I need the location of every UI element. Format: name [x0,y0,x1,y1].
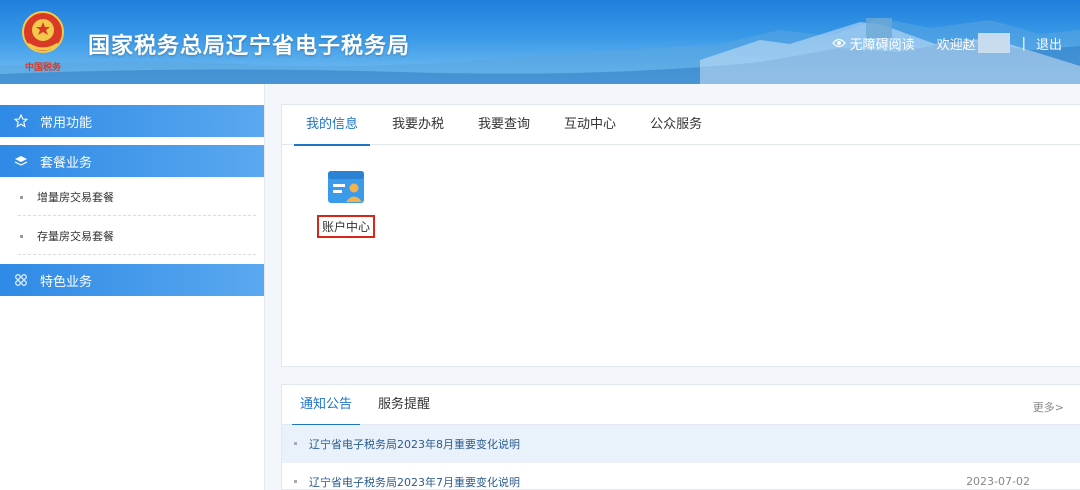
sidebar-item-existing-housing[interactable]: 存量房交易套餐 [0,217,264,255]
notice-title: 辽宁省电子税务局2023年7月重要变化说明 [309,475,520,489]
accessibility-toggle[interactable]: 无障碍阅读 [831,34,915,53]
sidebar-group-label: 套餐业务 [40,155,93,171]
bullet-icon [20,234,23,238]
sidebar-group-common[interactable]: 常用功能 [0,105,264,137]
bullet-icon [294,480,297,483]
site-title: 国家税务总局辽宁省电子税务局 [88,34,411,59]
tab-query[interactable]: 我要查询 [466,105,542,145]
account-card-icon [328,171,364,203]
svg-text:中国税务: 中国税务 [25,61,62,73]
notice-panel: 通知公告 服务提醒 更多> 辽宁省电子税务局2023年8月重要变化说明 辽宁省电… [281,384,1080,490]
header-separator: | [1021,35,1026,51]
bullet-icon [294,442,297,445]
more-link[interactable]: 更多> [1033,399,1064,415]
main-tabs: 我的信息 我要办税 我要查询 互动中心 公众服务 [282,105,1080,146]
layers-icon [12,154,30,168]
logout-link[interactable]: 退出 [1036,34,1062,53]
username-redacted [977,33,1010,53]
eye-icon [831,38,846,48]
sidebar-group-packages[interactable]: 套餐业务 [0,145,264,177]
my-info-panel: 我的信息 我要办税 我要查询 互动中心 公众服务 账户中心 [281,104,1080,367]
accessibility-label: 无障碍阅读 [849,37,915,53]
tab-service-reminders[interactable]: 服务提醒 [370,385,438,425]
notice-title: 辽宁省电子税务局2023年8月重要变化说明 [309,437,520,451]
tax-emblem-icon: 中国税务 [22,11,64,73]
sidebar-group-featured[interactable]: 特色业务 [0,264,264,296]
sidebar-item-label: 增量房交易套餐 [37,191,114,204]
sidebar-group-label: 常用功能 [40,115,93,131]
sidebar: 常用功能 套餐业务 增量房交易套餐 存量房交易套餐 特色业务 [0,84,265,490]
list-item[interactable]: 辽宁省电子税务局2023年7月重要变化说明 2023-07-02 [282,463,1080,490]
list-item[interactable]: 辽宁省电子税务局2023年8月重要变化说明 [282,425,1080,463]
tab-announcements[interactable]: 通知公告 [292,385,361,426]
tab-public-services[interactable]: 公众服务 [638,105,714,145]
star-icon [12,114,30,128]
sidebar-item-incremental-housing[interactable]: 增量房交易套餐 [0,178,264,216]
sidebar-group-label: 特色业务 [40,274,93,290]
bullet-icon [20,195,23,199]
emblem-wordmark: 中国税务 [25,61,62,73]
notice-tabs: 通知公告 服务提醒 更多> [282,385,1080,426]
app-account-center[interactable]: 账户中心 [317,169,376,238]
app-label: 账户中心 [317,215,376,238]
notice-date: 2023-07-02 [966,475,1030,488]
tab-interaction-center[interactable]: 互动中心 [552,105,628,145]
header-user-bar: 无障碍阅读 欢迎赵 | 退出 [831,33,1062,53]
grid-icon [12,273,30,287]
tab-handle-tax[interactable]: 我要办税 [380,105,456,145]
welcome-label: 欢迎赵 [936,37,976,53]
sidebar-item-label: 存量房交易套餐 [37,230,114,243]
site-header: 中国税务 国家税务总局辽宁省电子税务局 无障碍阅读 欢迎赵 | 退出 [0,0,1080,84]
tab-my-info[interactable]: 我的信息 [294,105,371,146]
